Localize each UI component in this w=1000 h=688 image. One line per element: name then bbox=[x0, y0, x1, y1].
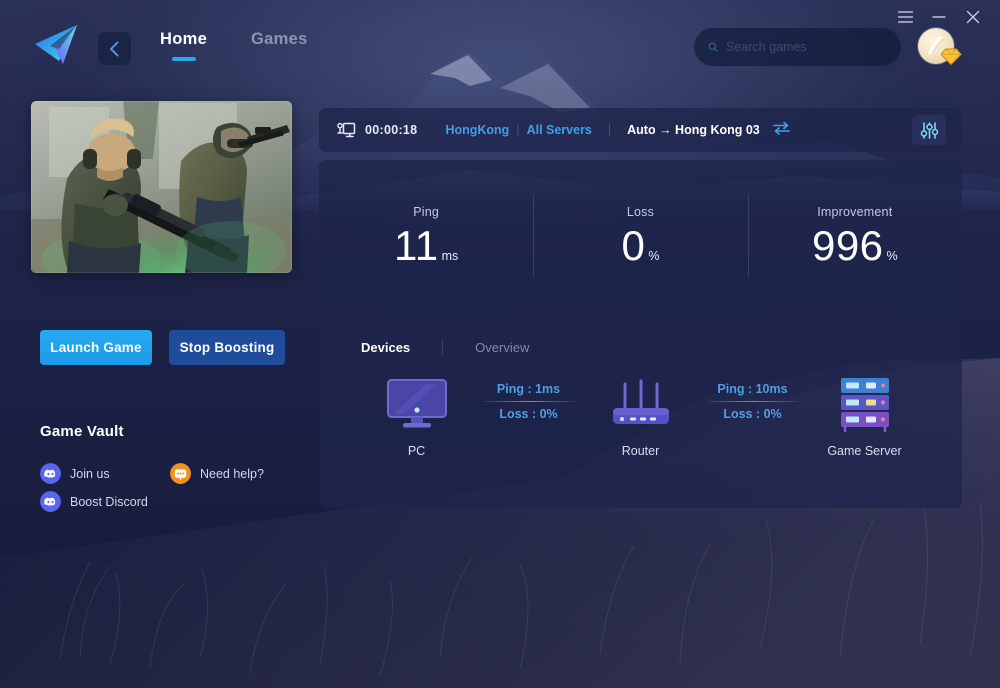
game-vault-title: Game Vault bbox=[40, 423, 124, 440]
status-route: Auto → Hong Kong 03 bbox=[627, 123, 760, 137]
swap-icon bbox=[772, 121, 790, 135]
devices-panel: Devices Overview PC Ping : 1ms Loss: 0%… bbox=[319, 320, 962, 508]
status-separator-2: | bbox=[607, 123, 612, 137]
minimize-button[interactable] bbox=[924, 4, 954, 30]
action-buttons: Launch Game Stop Boosting bbox=[40, 330, 285, 365]
tab-overview[interactable]: Overview bbox=[475, 340, 529, 355]
window-controls bbox=[890, 4, 988, 30]
game-cover-art[interactable] bbox=[31, 101, 292, 273]
connection-icon bbox=[337, 122, 356, 137]
status-row: 00:00:18 HongKong | All Servers | Auto →… bbox=[319, 108, 962, 152]
device-node-game-server[interactable]: Game Server bbox=[807, 376, 923, 458]
monitor-icon bbox=[386, 379, 447, 428]
stat-improvement-value-wrap: 996 % bbox=[812, 225, 898, 267]
vault-link-join-us-label: Join us bbox=[70, 466, 110, 481]
hamburger-icon bbox=[897, 11, 913, 23]
tab-devices[interactable]: Devices bbox=[361, 340, 410, 355]
stat-loss-value: 0 bbox=[621, 222, 646, 269]
app-window: Home Games Search games Launch Game Stop… bbox=[0, 0, 1000, 688]
router-icon bbox=[612, 379, 669, 424]
device-node-pc-label: PC bbox=[407, 444, 426, 458]
vault-link-need-help[interactable]: Need help? bbox=[170, 463, 264, 484]
support-icon bbox=[170, 463, 191, 484]
vault-link-need-help-label: Need help? bbox=[200, 466, 264, 481]
devices-tab-separator bbox=[442, 339, 444, 355]
search-icon bbox=[708, 42, 718, 52]
link-router-server-line bbox=[706, 401, 799, 402]
link-pc-router-line bbox=[482, 401, 575, 402]
discord-icon bbox=[40, 463, 61, 484]
link-router-server-loss: Loss : 0% bbox=[723, 407, 782, 421]
close-icon bbox=[966, 10, 980, 24]
server-rack-icon bbox=[840, 378, 889, 432]
launch-game-label: Launch Game bbox=[50, 340, 142, 355]
link-pc-router: Ping : 1ms Loss : 0% bbox=[475, 376, 583, 421]
link-pc-router-loss: Loss : 0% bbox=[499, 407, 558, 421]
devices-tabs: Devices Overview bbox=[319, 320, 962, 374]
stat-improvement-unit: % bbox=[886, 249, 898, 263]
vault-link-boost-discord[interactable]: Boost Discord bbox=[40, 491, 148, 512]
stat-loss: Loss 0 % bbox=[533, 160, 747, 312]
back-button[interactable] bbox=[98, 32, 131, 65]
profile-avatar-wrapper[interactable] bbox=[918, 28, 962, 68]
stat-ping-label: Ping bbox=[413, 205, 440, 219]
device-node-router-label: Router bbox=[621, 444, 660, 458]
settings-button[interactable] bbox=[912, 115, 946, 145]
search-box[interactable] bbox=[694, 28, 901, 66]
discord-icon bbox=[40, 491, 61, 512]
stat-ping-value: 11 bbox=[394, 222, 439, 269]
app-logo[interactable] bbox=[30, 20, 82, 68]
stat-ping-value-wrap: 11 ms bbox=[394, 225, 458, 267]
close-button[interactable] bbox=[958, 4, 988, 30]
status-all-servers[interactable]: All Servers bbox=[527, 123, 592, 137]
stats-panel: Ping 11 ms Loss 0 % Improvement 996 % bbox=[319, 160, 962, 312]
minimize-icon bbox=[932, 16, 946, 18]
vault-link-boost-discord-label: Boost Discord bbox=[70, 494, 148, 509]
nav-tab-home-label: Home bbox=[160, 30, 208, 48]
vip-diamond-badge bbox=[940, 48, 962, 66]
main-nav: Home Games bbox=[160, 30, 308, 61]
nav-tab-games[interactable]: Games bbox=[251, 30, 308, 61]
chevron-left-icon bbox=[110, 41, 119, 56]
stat-ping-unit: ms bbox=[441, 249, 459, 263]
nav-tab-games-label: Games bbox=[251, 30, 308, 48]
status-separator-1: | bbox=[516, 123, 520, 137]
vault-link-join-us[interactable]: Join us bbox=[40, 463, 110, 484]
device-node-game-server-icon-wrap bbox=[836, 376, 894, 432]
stat-loss-unit: % bbox=[648, 249, 660, 263]
stat-loss-value-wrap: 0 % bbox=[622, 225, 660, 267]
sliders-icon bbox=[920, 121, 938, 139]
device-node-game-server-label: Game Server bbox=[827, 444, 902, 458]
link-router-server: Ping : 10ms Loss : 0% bbox=[699, 376, 807, 421]
stat-improvement-label: Improvement bbox=[817, 205, 893, 219]
link-router-server-ping: Ping : 10ms bbox=[717, 382, 788, 396]
device-node-router-icon-wrap bbox=[609, 376, 673, 432]
nav-tab-home[interactable]: Home bbox=[160, 30, 207, 61]
status-region[interactable]: HongKong bbox=[445, 123, 509, 137]
title-bar: Home Games bbox=[0, 0, 1000, 80]
search-input[interactable] bbox=[726, 40, 887, 54]
stop-boosting-button[interactable]: Stop Boosting bbox=[169, 330, 285, 365]
launch-game-button[interactable]: Launch Game bbox=[40, 330, 152, 365]
swap-server-button[interactable] bbox=[772, 121, 790, 140]
device-node-pc-icon-wrap bbox=[386, 376, 448, 432]
boost-timer: 00:00:18 bbox=[365, 123, 418, 137]
menu-button[interactable] bbox=[890, 4, 920, 30]
link-pc-router-ping: Ping : 1ms bbox=[496, 382, 561, 396]
stop-boosting-label: Stop Boosting bbox=[179, 340, 275, 355]
device-node-router[interactable]: Router bbox=[583, 376, 699, 458]
game-cover-image bbox=[31, 101, 292, 273]
stat-loss-label: Loss bbox=[626, 205, 655, 219]
stat-improvement: Improvement 996 % bbox=[747, 160, 962, 312]
devices-diagram: PC Ping : 1ms Loss : 0% Router Ping: 10… bbox=[319, 376, 962, 506]
device-node-pc[interactable]: PC bbox=[359, 376, 475, 458]
stat-improvement-value: 996 bbox=[811, 222, 884, 269]
stats-row: Ping 11 ms Loss 0 % Improvement 996 % bbox=[319, 160, 962, 312]
stat-ping: Ping 11 ms bbox=[319, 160, 533, 312]
status-panel: 00:00:18 HongKong | All Servers | Auto →… bbox=[319, 108, 962, 152]
